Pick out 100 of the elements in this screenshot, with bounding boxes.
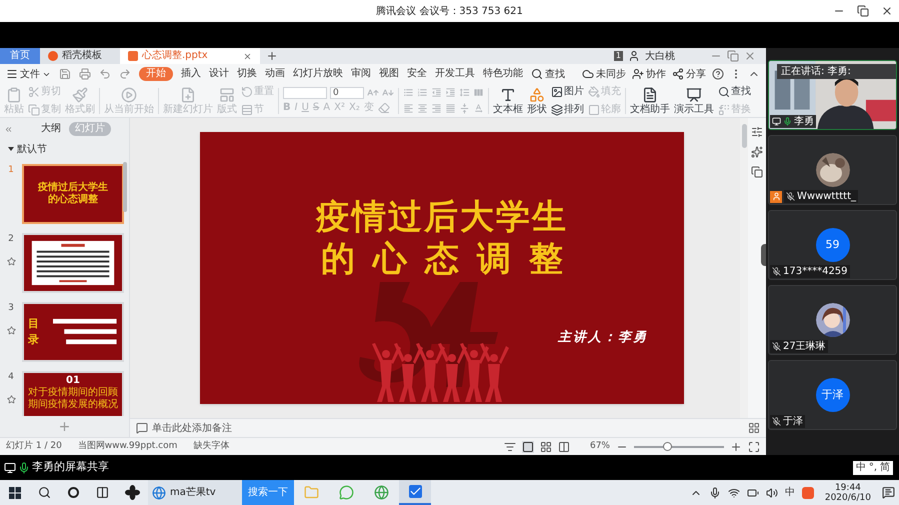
- ime-option[interactable]: 简: [880, 462, 890, 472]
- document-tab[interactable]: 首页: [0, 48, 40, 64]
- ribbon-tab[interactable]: 视图: [379, 69, 399, 79]
- ime-option[interactable]: °,: [868, 462, 877, 472]
- ribbon-tab[interactable]: 插入: [181, 69, 201, 79]
- close-tab-icon[interactable]: [243, 52, 252, 60]
- ribbon-tab[interactable]: 切换: [237, 69, 257, 79]
- status-text: 缺失字体: [193, 440, 230, 453]
- paint-bucket-icon: [588, 86, 600, 98]
- sparkles-icon[interactable]: [751, 146, 763, 158]
- host-badge: [770, 190, 782, 202]
- redo-icon[interactable]: [119, 68, 131, 80]
- slide-thumbnail[interactable]: 疫情过后大学生 的心态调整: [22, 164, 124, 224]
- cloud-action[interactable]: 分享: [672, 66, 706, 82]
- volume-icon[interactable]: [766, 486, 778, 498]
- copy-icon[interactable]: [751, 166, 763, 178]
- section-caret-icon[interactable]: [8, 147, 14, 151]
- slide-number: 1: [8, 164, 14, 177]
- ribbon-tab[interactable]: 审阅: [351, 69, 371, 79]
- panel-toggle[interactable]: [761, 244, 766, 266]
- layout-icon: [219, 86, 235, 102]
- ime-option[interactable]: 中: [856, 462, 866, 472]
- ribbon-tab[interactable]: 安全: [407, 69, 427, 79]
- input-language[interactable]: 中: [784, 485, 795, 500]
- participant-tile[interactable]: Wwwwttttt_: [768, 135, 897, 205]
- battery-icon[interactable]: [746, 486, 759, 498]
- scissors-icon: [28, 86, 40, 98]
- participant-tile[interactable]: 于泽 于泽: [768, 360, 897, 430]
- meeting-app-icon[interactable]: [399, 480, 431, 505]
- presentation-file-icon: [128, 51, 138, 61]
- file-menu[interactable]: 文件: [6, 66, 51, 82]
- reading-view-icon[interactable]: [558, 440, 570, 452]
- browser-icon: [152, 486, 166, 500]
- properties-icon[interactable]: [751, 126, 763, 138]
- rows-icon: [241, 104, 253, 116]
- notification-icon[interactable]: [882, 486, 895, 499]
- fan-icon[interactable]: [125, 485, 140, 500]
- ribbon-tab[interactable]: 开发工具: [435, 69, 475, 79]
- ribbon-tab[interactable]: 动画: [265, 69, 285, 79]
- ribbon-tab[interactable]: 特色功能: [483, 69, 523, 79]
- zoom-in-icon[interactable]: [730, 440, 742, 452]
- notes-view-icon[interactable]: [504, 440, 516, 452]
- wifi-icon[interactable]: [728, 486, 740, 498]
- slide-title: 疫情过后大学生: [316, 196, 568, 238]
- restore-icon[interactable]: [857, 5, 869, 17]
- input-method-icon[interactable]: [802, 486, 814, 498]
- zoom-value[interactable]: 67%: [590, 440, 610, 454]
- mic-icon[interactable]: [708, 486, 721, 498]
- scrollbar[interactable]: [742, 124, 746, 148]
- document-tab[interactable]: 心态调整.pptx: [120, 48, 260, 64]
- zoom-slider-thumb[interactable]: [663, 442, 672, 450]
- cloud-action[interactable]: 协作: [632, 66, 666, 82]
- notes-bar[interactable]: 单击此处添加备注: [130, 418, 766, 437]
- reset-icon: [241, 86, 253, 98]
- participant-tile[interactable]: 59 173****4259: [768, 210, 897, 280]
- save-icon[interactable]: [59, 68, 71, 80]
- ribbon-tab[interactable]: 幻灯片放映: [293, 69, 343, 79]
- ribbon-button[interactable]: 图片: [551, 86, 584, 98]
- new-tab-icon[interactable]: [266, 50, 278, 62]
- undo-icon[interactable]: [99, 68, 111, 80]
- cortana-icon[interactable]: [68, 487, 79, 498]
- normal-view-icon[interactable]: [522, 440, 534, 452]
- search-icon[interactable]: [38, 486, 51, 499]
- slide-thumbnail[interactable]: 目录: [22, 302, 124, 362]
- scrollbar[interactable]: [123, 162, 127, 212]
- windows-start-icon[interactable]: [9, 486, 21, 498]
- notification-count: 1: [614, 51, 623, 61]
- document-tab[interactable]: 稻壳模板: [40, 48, 120, 64]
- panel-tab[interactable]: 大纲: [41, 124, 61, 134]
- ribbon-button[interactable]: 排列: [551, 104, 584, 116]
- clock[interactable]: 19:44 2020/6/10: [820, 482, 875, 502]
- font-size-field[interactable]: 0: [330, 87, 364, 99]
- user-icon[interactable]: [628, 50, 640, 62]
- thumbnail-text: 对于疫情期间的回顾: [28, 387, 118, 398]
- font-name-field[interactable]: [283, 87, 327, 99]
- collapse-panel-icon[interactable]: [4, 124, 13, 134]
- cloud-icon: [582, 68, 594, 80]
- task-view-icon[interactable]: [96, 486, 109, 499]
- ribbon-tab[interactable]: 设计: [209, 69, 229, 79]
- layers-icon: [551, 104, 563, 116]
- taskbar-app[interactable]: ma芒果tv: [148, 480, 242, 505]
- participant-tile[interactable]: 27王琳琳: [768, 285, 897, 355]
- sorter-view-icon[interactable]: [540, 440, 552, 452]
- ribbon-button[interactable]: 文本框: [493, 86, 523, 114]
- ime-toolbar[interactable]: 中 °, 简: [852, 460, 893, 474]
- search-button[interactable]: 查找: [531, 66, 565, 82]
- grid-icon[interactable]: [748, 422, 760, 434]
- slide-thumbnail[interactable]: 01 对于疫情期间的回顾 期间疫情发展的概况: [22, 371, 124, 416]
- close-icon[interactable]: [881, 5, 893, 17]
- ribbon-button[interactable]: 形状: [527, 86, 547, 114]
- browser-icon[interactable]: [374, 485, 389, 500]
- fit-icon[interactable]: [748, 440, 760, 452]
- play-icon: [121, 86, 137, 102]
- ribbon-button[interactable]: 文档助手: [630, 86, 670, 114]
- ribbon-button[interactable]: 查找: [718, 86, 751, 98]
- participant-tile[interactable]: 正在讲话: 李勇: 李勇: [768, 60, 897, 130]
- print-icon[interactable]: [79, 68, 91, 80]
- ribbon-button[interactable]: 演示工具: [674, 86, 714, 114]
- help-icon[interactable]: [712, 68, 724, 80]
- cloud-action[interactable]: 未同步: [582, 66, 626, 82]
